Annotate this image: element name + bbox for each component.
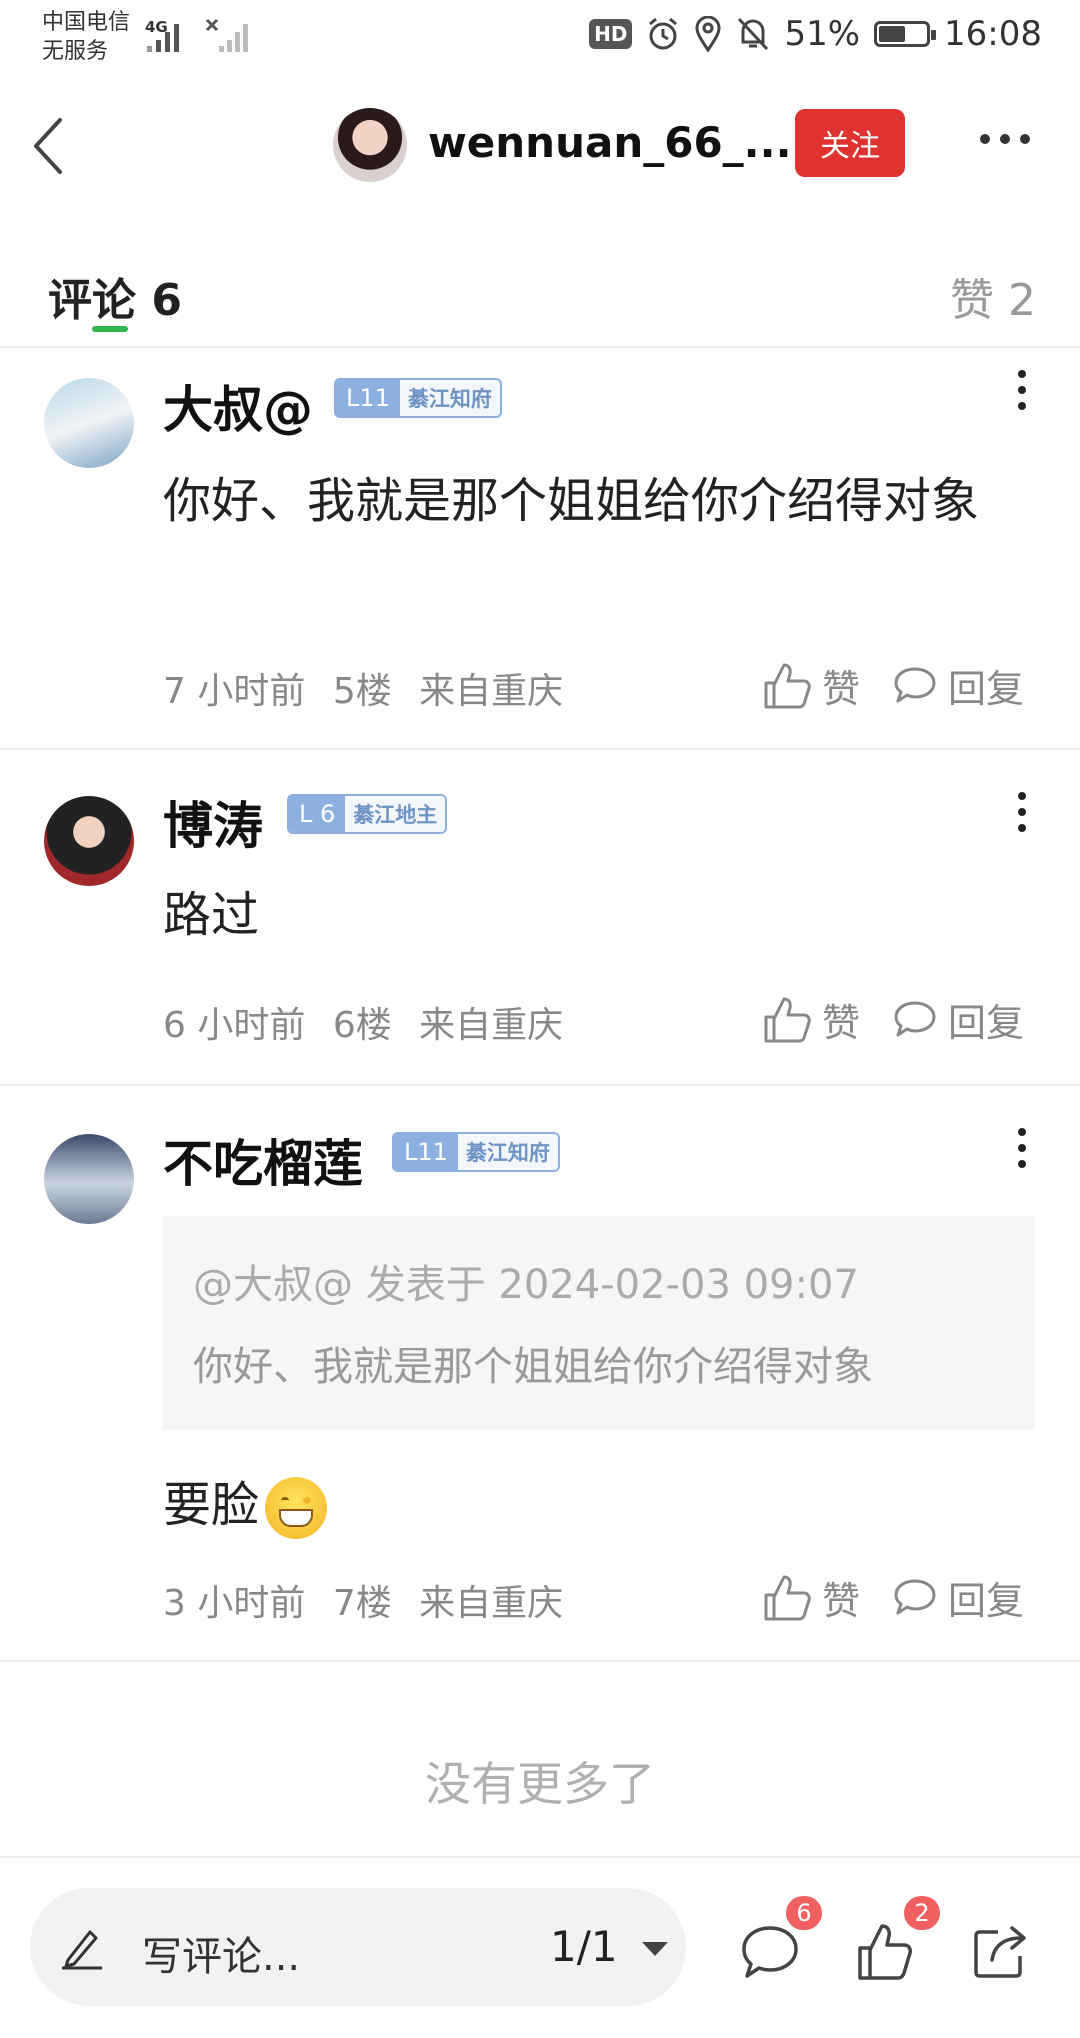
level-label: L 6 — [289, 796, 346, 832]
like-button[interactable]: 赞 — [762, 658, 860, 713]
level-label: L11 — [336, 380, 400, 416]
comment-username[interactable]: 不吃榴莲 — [163, 1124, 363, 1196]
comment-more-icon[interactable] — [1018, 1128, 1028, 1168]
follow-button[interactable]: 关注 — [795, 109, 905, 177]
pencil-icon — [62, 1930, 102, 1970]
comment-item: 大叔@ L11 綦江知府 你好、我就是那个姐姐给你介绍得对象 7 小时前 5楼 … — [0, 348, 1080, 750]
comment-more-icon[interactable] — [1018, 792, 1028, 832]
reply-button[interactable]: 回复 — [892, 1570, 1024, 1625]
reply-label: 回复 — [948, 667, 1025, 711]
comment-item: 不吃榴莲 L11 綦江知府 @大叔@ 发表于 2024-02-03 09:07 … — [0, 1086, 1080, 1662]
like-label: 赞 — [822, 1001, 861, 1045]
more-options-icon[interactable] — [980, 134, 1030, 144]
like-icon[interactable] — [852, 1920, 916, 1984]
like-button[interactable]: 赞 — [762, 1570, 860, 1625]
comment-icon[interactable] — [738, 1920, 802, 1984]
reply-button[interactable]: 回复 — [892, 992, 1024, 1047]
tab-bar: 评论 6 赞 2 — [0, 214, 1080, 348]
comment-item: 博涛 L 6 綦江地主 路过 6 小时前 6楼 来自重庆 赞 回复 — [0, 750, 1080, 1086]
user-level-badge: L 6 綦江地主 — [287, 794, 448, 834]
user-level-badge: L11 綦江知府 — [392, 1132, 560, 1172]
comment-time: 6 小时前 — [163, 1005, 306, 1046]
like-label: 赞 — [822, 1579, 861, 1623]
signal-icon-2 — [205, 18, 248, 52]
thumb-up-icon — [764, 997, 811, 1042]
comment-location: 来自重庆 — [419, 1583, 564, 1624]
tab-likes[interactable]: 赞 2 — [950, 264, 1036, 328]
quoted-comment[interactable]: @大叔@ 发表于 2024-02-03 09:07 你好、我就是那个姐姐给你介绍… — [163, 1216, 1035, 1430]
clock: 16:08 — [944, 14, 1042, 54]
comment-location: 来自重庆 — [419, 671, 564, 712]
comment-username[interactable]: 博涛 — [163, 786, 263, 858]
user-level-badge: L11 綦江知府 — [334, 378, 502, 418]
back-arrow-icon[interactable] — [30, 116, 70, 176]
comment-more-icon[interactable] — [1018, 370, 1028, 410]
active-tab-indicator — [92, 326, 128, 332]
thumb-up-icon — [764, 663, 811, 708]
title-bar: wennuan_66_... 关注 — [0, 74, 1080, 214]
alarm-icon — [649, 17, 678, 50]
comment-time: 3 小时前 — [163, 1583, 306, 1624]
comment-floor: 5楼 — [332, 671, 392, 712]
share-icon[interactable] — [968, 1920, 1032, 1984]
like-label: 赞 — [822, 667, 861, 711]
thumb-up-icon — [764, 1575, 811, 1620]
like-button[interactable]: 赞 — [762, 992, 860, 1047]
author-avatar[interactable] — [333, 108, 407, 182]
comment-text: 要脸 — [163, 1477, 260, 1533]
comment-text: 路过 — [163, 887, 260, 943]
comment-floor: 6楼 — [332, 1005, 392, 1046]
speech-bubble-icon — [894, 667, 936, 702]
level-title: 綦江地主 — [345, 796, 446, 832]
status-bar: 中国电信 无服务 4G HD 51% 16:08 — [0, 0, 1080, 74]
like-count-badge: 2 — [904, 1896, 940, 1930]
comment-floor: 7楼 — [332, 1583, 392, 1624]
avatar[interactable] — [44, 796, 134, 886]
write-comment-placeholder: 写评论... — [142, 1934, 301, 1980]
quote-text: 你好、我就是那个姐姐给你介绍得对象 — [193, 1344, 873, 1390]
reply-label: 回复 — [948, 1579, 1025, 1623]
author-name[interactable]: wennuan_66_... — [428, 118, 792, 167]
comment-username[interactable]: 大叔@ — [163, 370, 313, 442]
comment-meta: 6 小时前 6楼 来自重庆 — [163, 996, 579, 1048]
quote-header: @大叔@ 发表于 2024-02-03 09:07 — [193, 1262, 859, 1308]
level-title: 綦江知府 — [399, 380, 500, 416]
reply-label: 回复 — [948, 1001, 1025, 1045]
bottom-bar: 写评论... 1/1 6 2 — [0, 1856, 1080, 2038]
mute-bell-icon — [738, 17, 769, 51]
signal-icon — [147, 24, 179, 52]
reply-button[interactable]: 回复 — [892, 658, 1024, 713]
battery-percent: 51% — [784, 14, 861, 54]
avatar[interactable] — [44, 1134, 134, 1224]
carrier-info: 中国电信 无服务 — [42, 8, 130, 66]
speech-bubble-icon — [894, 1001, 936, 1036]
no-more-text: 没有更多了 — [425, 1757, 655, 1811]
avatar[interactable] — [44, 378, 134, 468]
comment-text: 你好、我就是那个姐姐给你介绍得对象 — [163, 473, 980, 529]
status-icons: HD 51% 16:08 — [589, 14, 1042, 54]
comment-text-row: 要脸 — [163, 1464, 1023, 1546]
write-comment-input[interactable]: 写评论... 1/1 — [30, 1888, 686, 2006]
page-dropdown-icon[interactable] — [642, 1942, 668, 1956]
grin-emoji-icon — [265, 1477, 328, 1539]
comment-meta: 3 小时前 7楼 来自重庆 — [163, 1574, 579, 1626]
level-label: L11 — [394, 1134, 458, 1170]
tab-comments[interactable]: 评论 6 — [48, 264, 182, 328]
speech-bubble-icon — [894, 1579, 936, 1614]
comment-location: 来自重庆 — [419, 1005, 564, 1046]
comment-meta: 7 小时前 5楼 来自重庆 — [163, 662, 579, 714]
comment-count-badge: 6 — [786, 1896, 822, 1930]
hd-badge: HD — [589, 19, 633, 49]
service-status: 无服务 — [42, 39, 109, 64]
carrier-name: 中国电信 — [42, 10, 131, 35]
level-title: 綦江知府 — [457, 1134, 558, 1170]
comment-time: 7 小时前 — [163, 671, 306, 712]
battery-icon — [874, 21, 937, 47]
page-indicator[interactable]: 1/1 — [550, 1922, 618, 1971]
location-icon — [695, 16, 721, 52]
